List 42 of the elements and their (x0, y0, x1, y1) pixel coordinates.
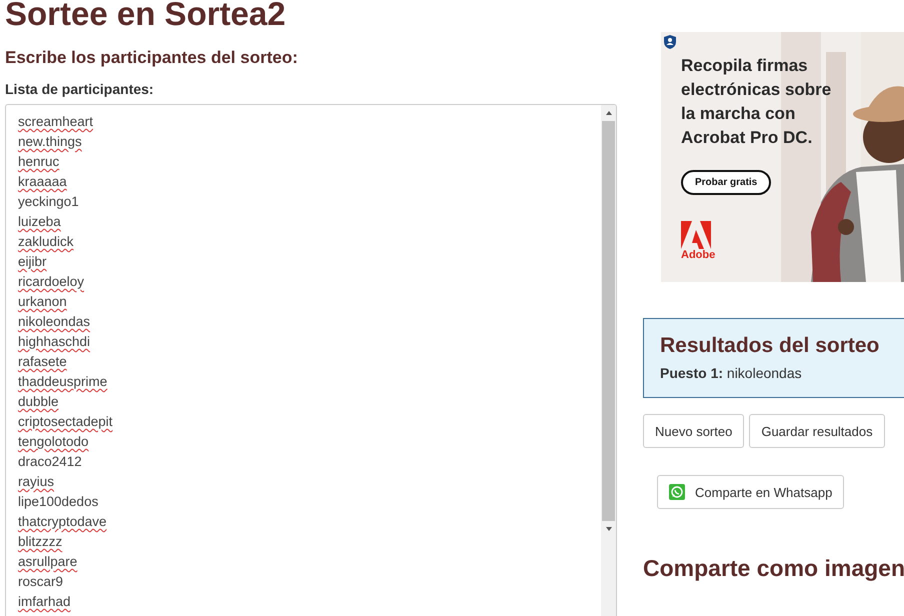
try-free-button[interactable]: Probar gratis (681, 170, 772, 195)
participant-name: thatcryptodave (18, 514, 107, 529)
field-label: Lista de participantes: (5, 80, 155, 98)
participant-name: zakludick (18, 234, 74, 249)
participant-name: imfarhad (18, 594, 71, 609)
action-button[interactable]: Nuevo sorteo (643, 414, 744, 448)
ad-headline: Recopila firmas electrónicas sobre la marcha con Acrobat Pro DC. (681, 55, 832, 149)
participant-name: eijibr (18, 254, 47, 269)
participant-name: kraaaaa (18, 174, 67, 189)
participant-name: yeckingo1 (18, 194, 79, 209)
section-heading: Escribe los participantes del sorteo: (5, 47, 299, 69)
participant-name: urkanon (18, 294, 67, 309)
participant-name: blitzzzz (18, 534, 62, 549)
participant-name: luizeba (18, 214, 61, 229)
whatsapp-share-button[interactable]: Comparte en Whatsapp (657, 475, 844, 509)
scrollbar[interactable] (601, 105, 616, 616)
page-title: Sortee en Sortea2 (5, 0, 287, 34)
participant-name: nikoleondas (18, 314, 90, 329)
participant-name: highhaschdi (18, 334, 90, 349)
action-button[interactable]: Guardar resultados (749, 414, 885, 448)
ad-banner[interactable]: Recopila firmas electrónicas sobre la marcha con Acrobat Pro DC. Probar gratis Adobe (661, 32, 904, 282)
participant-name: rafasete (18, 354, 67, 369)
participant-name: thaddeusprime (18, 374, 108, 389)
participant-name: new.things (18, 134, 82, 149)
brand-name: Adobe (681, 249, 716, 261)
participant-name: ricardoeloy (18, 274, 84, 289)
results-title: Resultados del sorteo (660, 333, 880, 359)
section-heading: Comparte como imagen (643, 555, 904, 582)
participant-name: asrullpare (18, 554, 78, 569)
participant-name: tengolotodo (18, 434, 89, 449)
participant-name: dubble (18, 394, 59, 409)
participant-name: rayius (18, 474, 54, 489)
participant-name: roscar9 (18, 574, 64, 589)
participant-name: criptosectadepit (18, 414, 113, 429)
participant-name: draco2412 (18, 454, 82, 469)
participant-name: lipe100dedos (18, 494, 98, 509)
shield-icon[interactable] (664, 35, 676, 49)
participant-name: screamheart (18, 114, 94, 129)
whatsapp-icon (669, 484, 685, 500)
result-entry: Puesto 1: nikoleondas (660, 365, 803, 381)
participant-name: henruc (18, 154, 60, 169)
logo-icon (681, 221, 711, 249)
